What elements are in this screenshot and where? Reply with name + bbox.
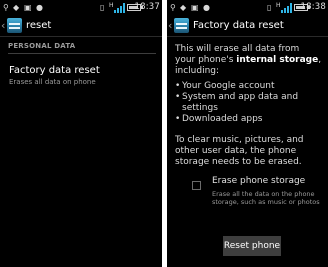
action-bar-title: Factory data reset	[193, 20, 284, 31]
signal-icon	[114, 3, 125, 13]
erase-storage-description: Erase all the data on the phone storage,…	[212, 190, 320, 206]
clock: 18:38	[300, 2, 326, 12]
action-bar-title: reset	[26, 20, 52, 31]
messaging-icon: ●	[203, 3, 210, 12]
phone-screen-factory-reset: ⚲ ◆ ▣ ● ▯ H 18:38 ‹ Factory data reset T…	[167, 0, 328, 267]
phone-screen-settings: ⚲ ◆ ▣ ● ▯ H 18:37 ‹ reset PERSONAL DATA …	[0, 0, 162, 267]
section-header-personal-data: PERSONAL DATA	[8, 42, 156, 54]
warning-intro-text: This will erase all data from your phone…	[175, 44, 322, 76]
network-type-label: H	[276, 2, 281, 9]
wifi-icon: ◆	[180, 3, 187, 12]
reset-phone-button[interactable]: Reset phone	[223, 236, 281, 256]
usb-icon: ⚲	[170, 3, 176, 12]
erase-storage-label: Erase phone storage	[212, 176, 306, 186]
list-item: • Your Google account	[175, 81, 275, 91]
erase-storage-option[interactable]: Erase phone storage Erase all the data o…	[167, 176, 328, 210]
internal-storage-emphasis: internal storage	[236, 55, 319, 65]
network-type-label: H	[109, 2, 114, 9]
back-chevron-icon[interactable]: ‹	[1, 19, 5, 33]
action-bar: ‹ reset	[0, 16, 162, 37]
notification-icon: ▣	[191, 3, 199, 12]
list-item: • System and app data and settings	[175, 92, 299, 113]
messaging-icon: ●	[36, 3, 43, 12]
action-bar: ‹ Factory data reset	[167, 16, 328, 37]
erase-storage-checkbox[interactable]	[192, 181, 201, 190]
notification-icon: ▣	[24, 3, 32, 12]
clock: 18:37	[134, 2, 160, 12]
item-title: Factory data reset	[9, 65, 100, 76]
settings-app-icon[interactable]	[7, 18, 22, 33]
list-item: • Downloaded apps	[175, 114, 263, 124]
wifi-icon: ◆	[13, 3, 20, 12]
sim-icon: ▯	[267, 3, 272, 12]
clear-storage-note: To clear music, pictures, and other user…	[175, 135, 304, 167]
status-bar: ⚲ ◆ ▣ ● ▯ H 18:37	[0, 0, 162, 16]
sim-icon: ▯	[100, 3, 105, 12]
back-chevron-icon[interactable]: ‹	[168, 19, 172, 33]
settings-app-icon[interactable]	[174, 18, 189, 33]
item-subtitle: Erases all data on phone	[9, 78, 96, 86]
data-list: • Your Google account • System and app dat…	[175, 81, 328, 125]
signal-icon	[281, 3, 292, 13]
usb-icon: ⚲	[3, 3, 9, 12]
status-bar: ⚲ ◆ ▣ ● ▯ H 18:38	[167, 0, 328, 16]
factory-data-reset-item[interactable]: Factory data reset Erases all data on ph…	[9, 65, 162, 87]
